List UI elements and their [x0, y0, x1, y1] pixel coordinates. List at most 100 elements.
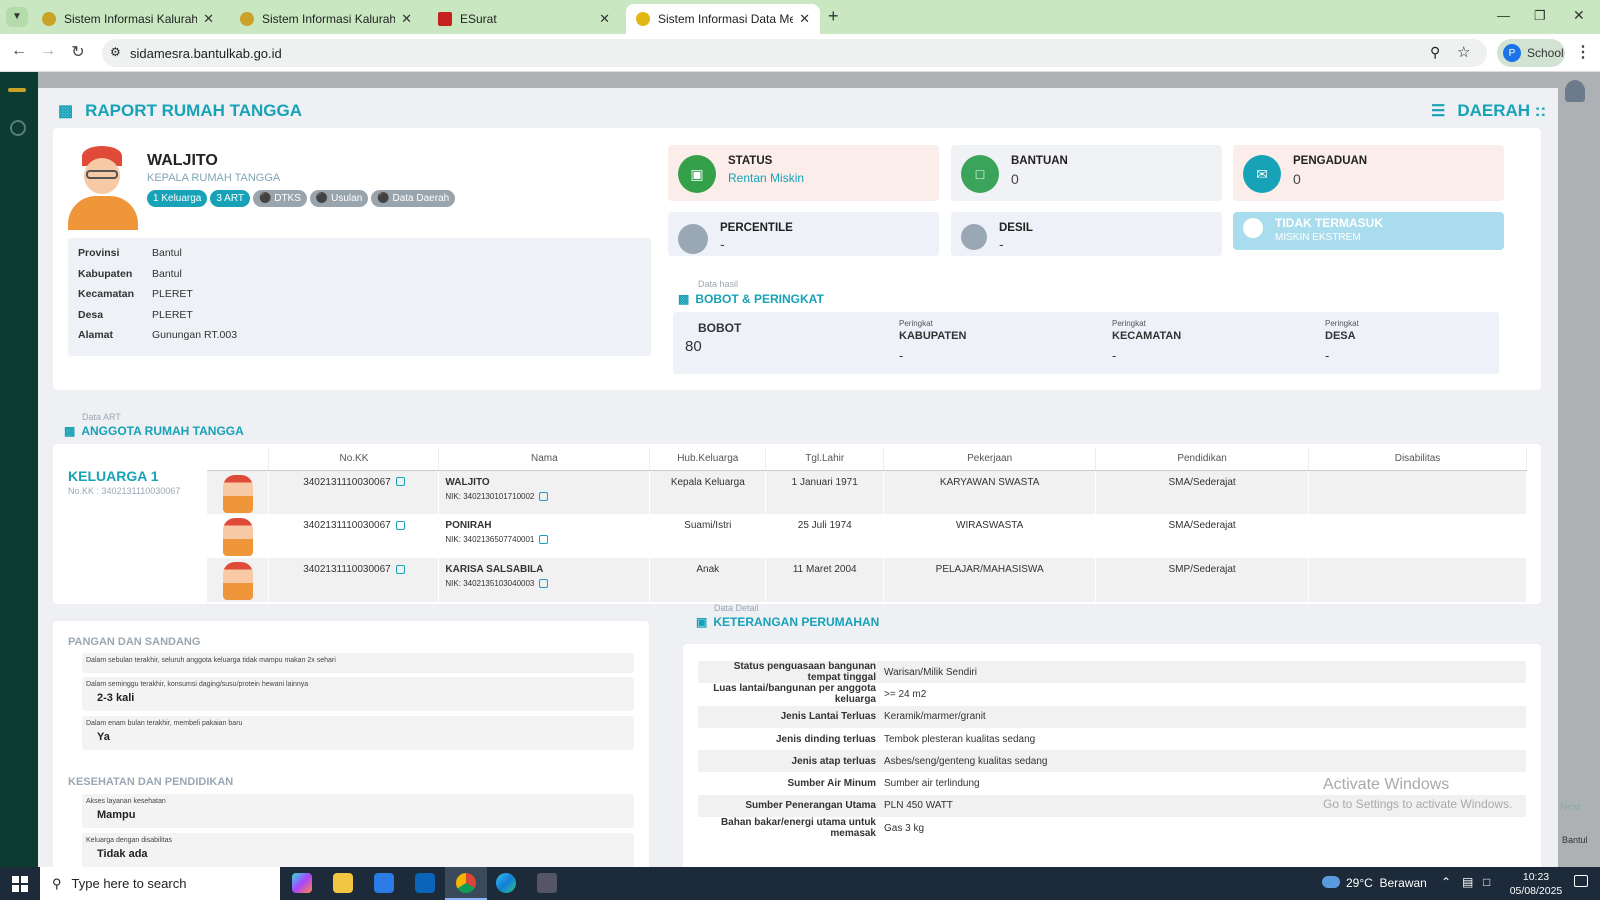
copy-icon[interactable]: [539, 491, 549, 501]
bobot-subtitle: Data hasil: [698, 279, 739, 289]
weather-icon: [1322, 876, 1340, 888]
browser-tab[interactable]: Sistem Informasi Kalurahan Ple ✕: [32, 4, 224, 34]
member-avatar: [222, 518, 253, 556]
chevron-up-icon[interactable]: ⌃: [1441, 875, 1451, 889]
restore-button[interactable]: ❐: [1534, 8, 1546, 24]
store-icon[interactable]: [374, 873, 394, 893]
users-icon: ▩: [58, 103, 74, 120]
outlook-icon[interactable]: [415, 873, 435, 893]
copy-icon[interactable]: [395, 477, 405, 487]
dashboard-icon[interactable]: [10, 120, 26, 136]
network-icon[interactable]: ▤: [1462, 875, 1473, 889]
region-title: ☰ DAERAH ::: [1431, 101, 1547, 120]
perumahan-card: Status penguasaan bangunan tempat tingga…: [683, 644, 1541, 867]
art-card: KELUARGA 1 No.KK : 3402131110030067 No.K…: [53, 444, 1541, 604]
badge-keluarga: 1 Keluarga: [147, 190, 208, 207]
site-info-icon[interactable]: ⚙: [110, 45, 121, 59]
browser-tab[interactable]: ESurat ✕: [428, 4, 620, 34]
pangan-card: PANGAN DAN SANDANG Dalam sebulan terakhi…: [53, 621, 649, 867]
clock[interactable]: 10:23 05/08/2025: [1506, 870, 1566, 898]
site-favicon-icon: [240, 12, 254, 26]
weather-text[interactable]: 29°C Berawan: [1346, 876, 1427, 890]
browser-tab-active[interactable]: Sistem Informasi Data Menuju S ✕: [626, 4, 820, 34]
table-row: Jenis atap terluas Asbes/seng/genteng kua…: [698, 750, 1526, 773]
file-explorer-icon[interactable]: [333, 873, 353, 893]
notification-icon[interactable]: [1574, 875, 1588, 887]
database-icon: ☰: [1431, 103, 1446, 120]
keluarga-kk: No.KK : 3402131110030067: [68, 486, 181, 496]
new-tab-button[interactable]: +: [828, 6, 839, 27]
table-row: Jenis Lantai Terluas Keramik/marmer/grani…: [698, 705, 1526, 728]
activate-windows-watermark: Activate Windows Go to Settings to activ…: [1323, 776, 1513, 811]
basket-icon: □: [961, 155, 999, 193]
pengaduan-box: ✉ PENGADUAN 0: [1233, 145, 1504, 201]
percentile-box: PERCENTILE -: [668, 212, 939, 256]
volume-icon[interactable]: □: [1483, 875, 1490, 889]
profile-label: School: [1527, 46, 1564, 60]
forward-icon[interactable]: →: [37, 42, 59, 60]
close-window-button[interactable]: ✕: [1573, 7, 1585, 24]
address-bar[interactable]: ⚙ sidamesra.bantulkab.go.id ⚲ ☆: [102, 39, 1487, 67]
ekstrem-circle-icon: [1243, 218, 1263, 238]
miskin-ekstrem-box: TIDAK TERMASUK MISKIN EKSTREM: [1233, 212, 1504, 250]
status-box: ▣ STATUS Rentan Miskin: [668, 145, 939, 201]
windows-taskbar: ⚲ Type here to search 29°C Berawan ⌃ ▤ □…: [0, 867, 1600, 900]
browser-tabbar: ▼ Sistem Informasi Kalurahan Ple ✕ Siste…: [0, 0, 1600, 34]
back-icon[interactable]: ←: [8, 42, 30, 60]
copy-icon[interactable]: [395, 520, 405, 530]
table-row: Luas lantai/bangunan per anggota keluarg…: [713, 683, 927, 706]
table-row: Jenis dinding terluas Tembok plesteran ku…: [775, 733, 1036, 745]
perumahan-table: Status penguasaan bangunan tempat tingga…: [698, 661, 1526, 839]
keluarga-title: KELUARGA 1: [68, 468, 159, 484]
search-icon: ⚲: [52, 875, 62, 891]
url-text: sidamesra.bantulkab.go.id: [130, 45, 282, 61]
close-tab-icon[interactable]: ✕: [401, 11, 412, 27]
table-row: 3402131110030067 WALJITO NIK: 34021301017…: [207, 470, 1527, 514]
address-row: Kabupaten Bantul: [78, 267, 182, 280]
address-row: Kecamatan PLERET: [78, 288, 193, 301]
close-tab-icon[interactable]: ✕: [799, 11, 810, 27]
menu-icon[interactable]: ⋮: [1572, 42, 1594, 62]
minimize-button[interactable]: —: [1497, 8, 1510, 23]
kesehatan-title: KESEHATAN DAN PENDIDIKAN: [68, 776, 234, 788]
chrome-icon: [456, 873, 476, 893]
bobot-value: 80: [685, 338, 702, 355]
windows-start-icon[interactable]: [12, 876, 28, 892]
site-favicon-icon: [42, 12, 56, 26]
address-table: Provinsi Bantul Kabupaten Bantul Kecamatan…: [70, 243, 245, 346]
desa-value: -: [1325, 348, 1330, 363]
edge-icon[interactable]: [496, 873, 516, 893]
app-sidebar: [0, 72, 38, 867]
chrome-taskbar-button[interactable]: [445, 867, 487, 900]
reload-icon[interactable]: ↻: [67, 42, 89, 62]
tab-search-button[interactable]: ▼: [6, 7, 28, 27]
megaphone-icon: ✉: [1243, 155, 1281, 193]
close-tab-icon[interactable]: ✕: [203, 11, 214, 27]
copy-icon[interactable]: [539, 579, 549, 589]
raport-modal: ▩ RAPORT RUMAH TANGGA ☰ DAERAH :: WALJIT…: [38, 88, 1558, 867]
perumahan-subtitle: Data Detail: [714, 603, 759, 613]
avatar-glasses: [86, 170, 118, 179]
household-head-card: WALJITO KEPALA RUMAH TANGGA 1 Keluarga 3 …: [53, 128, 1541, 390]
table-row: Status penguasaan bangunan tempat tingga…: [698, 661, 1526, 684]
archive-icon: ▣: [696, 615, 708, 629]
profile-button[interactable]: P School: [1497, 39, 1565, 67]
art-header-row: No.KK Nama Hub.Keluarga Tgl.Lahir Pekerj…: [207, 448, 1527, 471]
copy-icon[interactable]: [539, 535, 549, 545]
zoom-icon[interactable]: ⚲: [1430, 44, 1440, 61]
badge-art: 3 ART: [210, 190, 250, 207]
app-icon[interactable]: [537, 873, 557, 893]
badge-row: 1 Keluarga 3 ART ⚫ DTKS ⚫ Usulan ⚫ Data Daer…: [147, 190, 458, 207]
browser-tab[interactable]: Sistem Informasi Kalurahan Ple ✕: [230, 4, 422, 34]
close-tab-icon[interactable]: ✕: [599, 11, 610, 27]
bookmark-star-icon[interactable]: ☆: [1457, 43, 1470, 61]
copilot-icon[interactable]: [292, 873, 312, 893]
copy-icon[interactable]: [395, 564, 405, 574]
kesehatan-q1: Akses layanan kesehatan Mampu: [82, 794, 634, 828]
taskbar-search-box[interactable]: ⚲ Type here to search: [40, 867, 280, 900]
table-row: Bahan bakar/energi utama untuk memasak Ga…: [720, 817, 925, 840]
table-row: 3402131110030067 KARISA SALSABILA NIK: 34…: [207, 558, 1527, 602]
sidebar-logo-icon: [8, 88, 26, 92]
pangan-q3: Dalam enam bulan terakhir, membeli pakai…: [82, 716, 634, 750]
kesehatan-q2: Keluarga dengan disabilitas Tidak ada: [82, 833, 634, 867]
